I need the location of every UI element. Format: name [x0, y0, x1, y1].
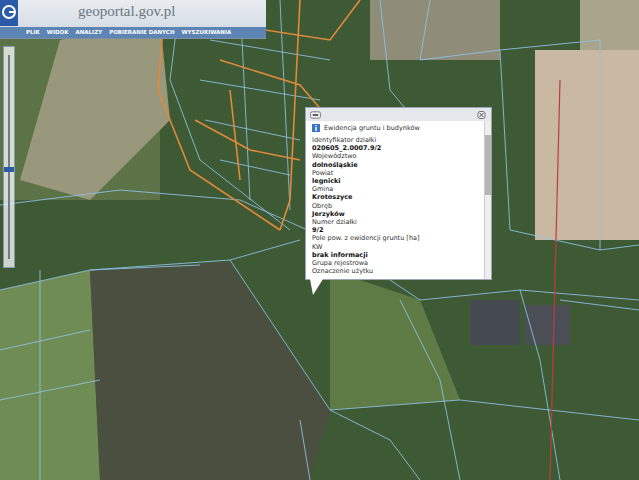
field-label: Oznaczenie użytku [312, 267, 480, 275]
field-label: Pole pow. z ewidencji gruntu [ha] [312, 234, 480, 242]
scroll-thumb[interactable] [485, 135, 491, 195]
field-value: 020605_2.0007.9/2 [312, 144, 480, 152]
popup-content: Ewidencja gruntu i budynków Identyfikator… [306, 121, 484, 279]
parcel-boundary [90, 260, 420, 480]
parcel-boundary [420, 0, 600, 60]
parcel-boundary [330, 400, 639, 420]
menu-item[interactable]: WIDOK [47, 29, 69, 35]
parcel-boundary [400, 300, 460, 480]
geoportal-logo-icon[interactable] [0, 0, 18, 26]
menu-item[interactable]: WYSZUKIWANIA [182, 29, 232, 35]
parcel-boundary [0, 330, 90, 350]
road-line [230, 90, 240, 180]
parcel-boundary [600, 40, 601, 250]
menu-item[interactable]: PLIK [26, 29, 40, 35]
field-label: Identyfikator działki [312, 136, 480, 144]
parcel-boundary [500, 50, 639, 250]
zoom-slider[interactable] [3, 46, 15, 268]
parcel-boundary [230, 240, 300, 260]
parcel-boundary [0, 190, 639, 300]
field-label: KW [312, 243, 480, 251]
field-value: brak informacji [312, 251, 480, 259]
parcel-boundary [200, 80, 320, 100]
boundary-line [550, 80, 560, 480]
field-value: dolnośląskie [312, 161, 480, 169]
parcel-boundary [170, 0, 290, 230]
field-value: legnicki [312, 177, 480, 185]
parcel-boundary [300, 420, 310, 480]
field-value: 9/2 [312, 226, 480, 234]
parcel-boundary [0, 265, 200, 290]
road-line [220, 60, 330, 120]
geoportal-map[interactable]: geoportal.gov.pl PLIK WIDOK ANALIZY POBIERAN… [0, 0, 639, 480]
parcel-boundary [560, 300, 639, 310]
field-value: Jerzyków [312, 210, 480, 218]
zoom-thumb[interactable] [4, 167, 14, 172]
field-label: Obręb [312, 202, 480, 210]
field-value: Krotoszyce [312, 193, 480, 201]
field-label: Województwo [312, 152, 480, 160]
parcel-boundary [220, 160, 290, 175]
info-popup: Ewidencja gruntu i budynków Identyfikator… [305, 107, 492, 280]
field-label: Numer działki [312, 218, 480, 226]
parcel-boundary [0, 380, 100, 400]
popup-scrollbar[interactable] [484, 121, 491, 279]
menu-item[interactable]: POBIERANIE DANYCH [109, 29, 174, 35]
parcel-boundary [40, 270, 41, 480]
minimize-icon[interactable] [310, 111, 321, 119]
logo-text[interactable]: geoportal.gov.pl [78, 0, 175, 20]
field-label: Grupa rejestrowa [312, 259, 480, 267]
road-line [195, 120, 300, 160]
main-menu: PLIK WIDOK ANALIZY POBIERANIE DANYCH WYSZUKI… [0, 27, 266, 38]
header-toolbar: geoportal.gov.pl PLIK WIDOK ANALIZY POBIERAN… [0, 0, 266, 39]
parcel-boundary [280, 0, 290, 210]
close-icon[interactable] [476, 111, 487, 119]
zoom-track [8, 55, 10, 259]
field-label: Powiat [312, 169, 480, 177]
popup-tail [310, 279, 323, 295]
road-line [280, 0, 300, 230]
popup-title: Ewidencja gruntu i budynków [312, 124, 480, 132]
field-label: Gmina [312, 185, 480, 193]
parcel-boundary [210, 40, 330, 60]
info-icon [312, 124, 320, 132]
menu-item[interactable]: ANALIZY [75, 29, 102, 35]
popup-header [306, 108, 491, 121]
